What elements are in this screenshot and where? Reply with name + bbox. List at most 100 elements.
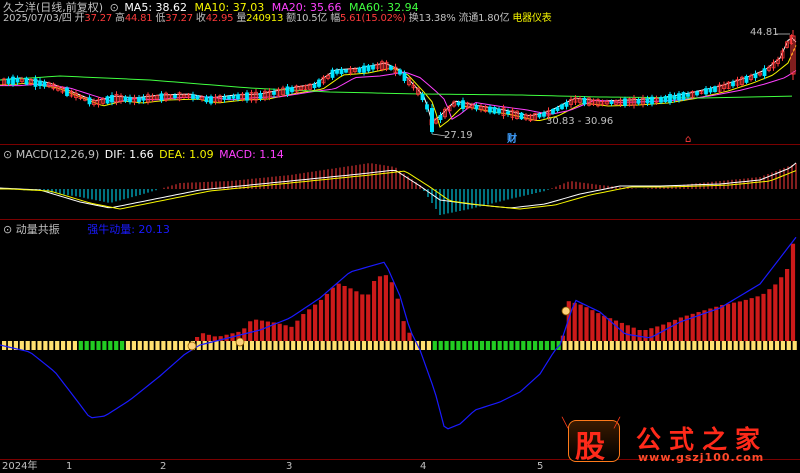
- candlestick: [488, 106, 492, 113]
- candlestick: [110, 95, 114, 103]
- candlestick: [731, 81, 735, 87]
- candlestick: [11, 76, 15, 85]
- momentum-red-bar: [773, 284, 778, 341]
- momentum-red-bar: [248, 321, 253, 341]
- momentum-state-bar: [220, 341, 225, 350]
- candlestick: [15, 77, 20, 83]
- candlestick: [65, 87, 69, 96]
- momentum-state-bar: [450, 341, 455, 350]
- candlestick: [371, 65, 375, 70]
- momentum-red-bar: [785, 269, 790, 341]
- momentum-state-bar: [367, 341, 372, 350]
- momentum-red-bar: [720, 304, 725, 341]
- momentum-red-bar: [596, 313, 601, 341]
- candlestick: [555, 107, 560, 111]
- x-axis-label-year: 2024年: [2, 461, 38, 472]
- candlestick: [290, 87, 294, 93]
- candlestick: [542, 112, 546, 117]
- ma5-line: [0, 37, 797, 123]
- momentum-state-bar: [72, 341, 77, 350]
- momentum-state-bar: [645, 341, 650, 350]
- momentum-state-bar: [338, 341, 343, 350]
- momentum-red-bar: [578, 304, 583, 341]
- momentum-state-bar: [686, 341, 691, 350]
- momentum-state-bar: [243, 341, 249, 350]
- momentum-state-bar: [226, 341, 231, 350]
- momentum-state-bar: [774, 341, 780, 350]
- candlestick: [173, 95, 177, 98]
- candlestick: [105, 96, 110, 104]
- momentum-state-bar: [462, 341, 467, 350]
- candlestick: [425, 104, 429, 110]
- momentum-state-bar: [603, 341, 608, 350]
- momentum-state-bar: [125, 341, 131, 350]
- momentum-state-bar: [745, 341, 750, 350]
- momentum-state-bar: [633, 341, 638, 350]
- momentum-red-bar: [277, 323, 282, 341]
- momentum-state-bar: [786, 341, 791, 350]
- momentum-red-bar: [649, 328, 654, 341]
- momentum-state-bar: [527, 341, 532, 350]
- momentum-state-bar: [78, 341, 83, 350]
- momentum-state-bar: [61, 341, 66, 350]
- candlestick: [191, 94, 195, 99]
- candlestick: [420, 93, 425, 101]
- momentum-red-bar: [313, 304, 318, 341]
- momentum-state-bar: [432, 341, 437, 350]
- momentum-red-bar: [395, 298, 400, 341]
- ma60-line: [0, 75, 793, 99]
- momentum-red-bar: [283, 325, 288, 341]
- candlestick: [506, 111, 510, 115]
- candlestick: [33, 78, 38, 87]
- momentum-state-bar: [167, 341, 172, 350]
- momentum-state-bar: [285, 341, 290, 350]
- candlestick: [137, 97, 141, 102]
- momentum-state-bar: [49, 341, 54, 350]
- momentum-red-bar: [590, 310, 595, 341]
- momentum-state-bar: [66, 341, 72, 350]
- candlestick: [645, 98, 650, 104]
- candlestick: [402, 72, 407, 81]
- momentum-state-bar: [385, 341, 390, 350]
- momentum-state-bar: [733, 341, 738, 350]
- candlestick: [398, 69, 402, 75]
- candlestick: [236, 94, 240, 100]
- money-bag-icon: [187, 341, 197, 351]
- candlestick: [204, 96, 209, 103]
- candlestick: [474, 105, 479, 110]
- momentum-state-bar: [680, 341, 685, 350]
- momentum-red-bar: [737, 301, 742, 341]
- momentum-red-bar: [643, 329, 648, 341]
- candlestick: [456, 102, 461, 106]
- candlestick: [623, 98, 627, 106]
- momentum-red-bar: [613, 320, 619, 341]
- momentum-red-bar: [265, 321, 270, 341]
- momentum-state-bar: [409, 341, 414, 350]
- momentum-state-bar: [698, 341, 703, 350]
- momentum-state-bar: [739, 341, 744, 350]
- momentum-state-bar: [562, 341, 567, 350]
- momentum-state-bar: [485, 341, 490, 350]
- momentum-red-bar: [602, 315, 607, 341]
- candlestick: [141, 97, 146, 101]
- money-bag-icon: [235, 337, 245, 347]
- stock-chart-canvas[interactable]: [0, 0, 800, 473]
- candlestick: [362, 65, 366, 73]
- momentum-state-bar: [444, 341, 449, 350]
- momentum-state-bar: [597, 341, 603, 350]
- momentum-red-bar: [195, 337, 200, 341]
- momentum-red-bar: [407, 332, 412, 341]
- candlestick: [564, 102, 569, 107]
- candlestick: [609, 101, 614, 105]
- candlestick: [312, 84, 317, 89]
- momentum-red-bar: [342, 286, 347, 341]
- momentum-state-bar: [715, 341, 721, 350]
- candlestick: [668, 93, 672, 103]
- momentum-state-bar: [249, 341, 254, 350]
- momentum-red-bar: [354, 291, 359, 341]
- momentum-state-bar: [114, 341, 119, 350]
- momentum-red-bar: [324, 293, 329, 341]
- momentum-state-bar: [143, 341, 148, 350]
- momentum-state-bar: [403, 341, 408, 350]
- momentum-state-bar: [568, 341, 573, 350]
